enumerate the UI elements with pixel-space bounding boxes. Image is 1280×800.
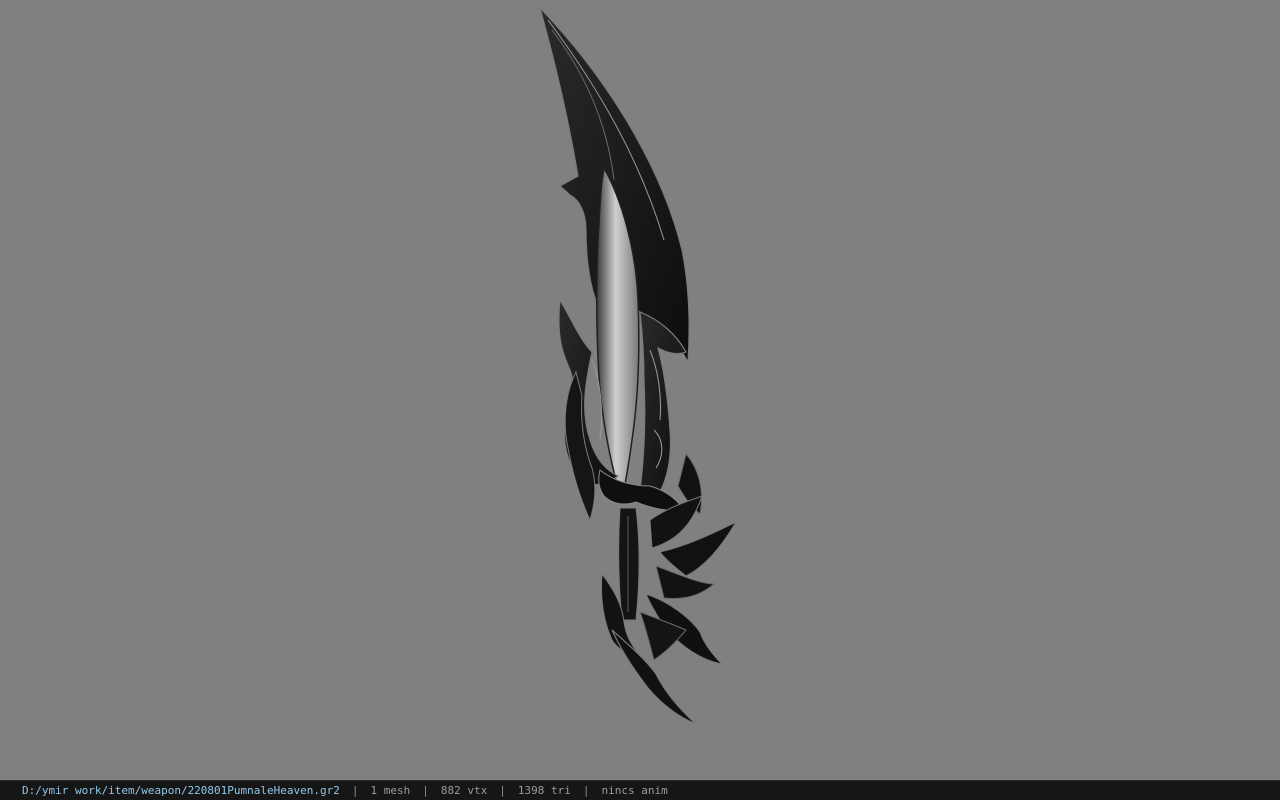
separator: | xyxy=(582,784,590,797)
vertex-count: 882 vtx xyxy=(440,784,488,797)
dagger-model-icon xyxy=(539,7,738,725)
model-viewport[interactable] xyxy=(0,0,1280,780)
separator: | xyxy=(499,784,506,797)
animation-status: nincs anim xyxy=(601,784,668,797)
separator: | xyxy=(422,784,429,797)
grip xyxy=(618,507,640,621)
mesh-count: 1 mesh xyxy=(370,784,411,797)
file-path: D:/ymir work/item/weapon/220801PumnaleHe… xyxy=(22,784,340,797)
separator: | xyxy=(351,784,359,797)
status-bar: D:/ymir work/item/weapon/220801PumnaleHe… xyxy=(0,780,1280,800)
triangle-count: 1398 tri xyxy=(517,784,571,797)
